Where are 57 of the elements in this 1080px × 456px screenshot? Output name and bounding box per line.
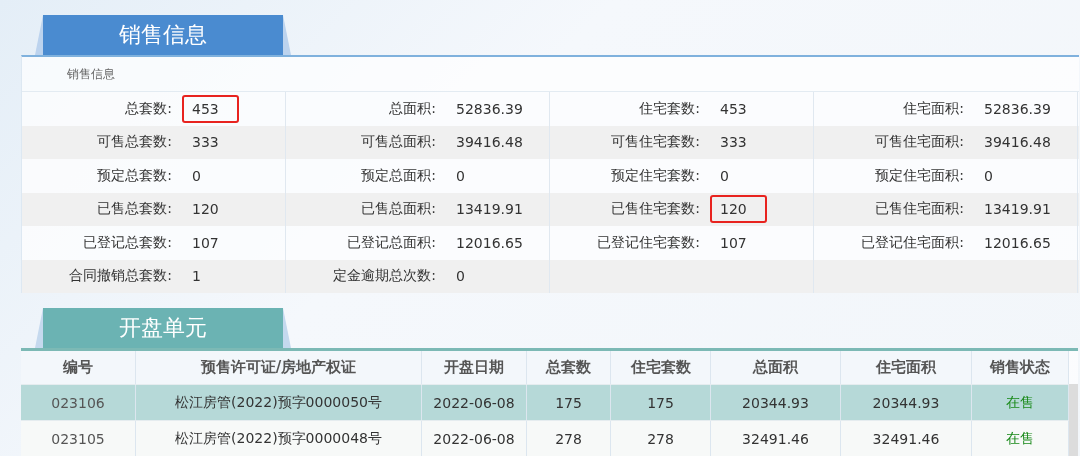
field-label: 已登记住宅套数:: [596, 233, 701, 252]
field-label: 住宅套数:: [638, 99, 701, 118]
field-label: 已登记总面积:: [346, 233, 437, 252]
field-value: 0: [455, 267, 466, 287]
table-row[interactable]: 023106 松江房管(2022)预字0000050号 2022-06-08 175 175 20344.93 20344.93 在售: [21, 384, 1069, 420]
table-cell: 32491.46: [841, 421, 972, 456]
scrollbar[interactable]: [1069, 384, 1078, 456]
field-label: 预定住宅面积:: [874, 166, 965, 185]
field-value: 0: [191, 166, 202, 186]
table-cell: 2022-06-08: [422, 421, 527, 456]
field-value: 120: [710, 195, 767, 224]
table-cell: 278: [527, 421, 611, 456]
field-value: 39416.48: [983, 133, 1052, 153]
field-value: 0: [719, 166, 730, 186]
field-value: 453: [182, 94, 239, 123]
table-row[interactable]: 023105 松江房管(2022)预字0000048号 2022-06-08 278 278 32491.46 32491.46 在售: [21, 420, 1069, 456]
field-value: 1: [191, 267, 202, 287]
field-value: 453: [719, 99, 748, 119]
field-value: 0: [455, 166, 466, 186]
field-value: 0: [983, 166, 994, 186]
field-label: 已售住宅面积:: [874, 200, 965, 219]
field-label: 已售总面积:: [360, 200, 437, 219]
field-label: 可售住宅套数:: [610, 133, 701, 152]
field-value: 13419.91: [983, 200, 1052, 220]
field-label: 已登记住宅面积:: [860, 233, 965, 252]
table-cell: 023105: [21, 421, 136, 456]
field-value: 52836.39: [983, 99, 1052, 119]
field-label: 总面积:: [388, 99, 437, 118]
table-cell: 278: [611, 421, 711, 456]
field-value: 13419.91: [455, 200, 524, 220]
field-label: 总套数:: [124, 99, 173, 118]
field-label: 可售总面积:: [360, 133, 437, 152]
field-label: 预定总套数:: [96, 166, 173, 185]
section-title: 开盘单元: [35, 308, 291, 348]
field-value: 12016.65: [455, 233, 524, 253]
field-label: 可售住宅面积:: [874, 133, 965, 152]
field-label: 已登记总套数:: [82, 233, 173, 252]
field-value: 333: [191, 133, 220, 153]
field-value: 52836.39: [455, 99, 524, 119]
field-label: 住宅面积:: [902, 99, 965, 118]
field-label: 已售住宅套数:: [610, 200, 701, 219]
field-value: 107: [191, 233, 220, 253]
panel-subheading: 销售信息: [22, 57, 1079, 92]
field-label: 合同撤销总套数:: [68, 267, 173, 286]
field-label: 可售总套数:: [96, 133, 173, 152]
field-label: 已售总套数:: [96, 200, 173, 219]
field-value: 120: [191, 200, 220, 220]
field-value: 333: [719, 133, 748, 153]
field-value: 107: [719, 233, 748, 253]
table-cell: 32491.46: [711, 421, 841, 456]
field-value: 12016.65: [983, 233, 1052, 253]
field-label: 预定总面积:: [360, 166, 437, 185]
field-label: 定金逾期总次数:: [332, 267, 437, 286]
field-label: 预定住宅套数:: [610, 166, 701, 185]
table-cell: 松江房管(2022)预字0000048号: [136, 421, 422, 456]
section-title: 销售信息: [35, 15, 291, 55]
field-value: 39416.48: [455, 133, 524, 153]
